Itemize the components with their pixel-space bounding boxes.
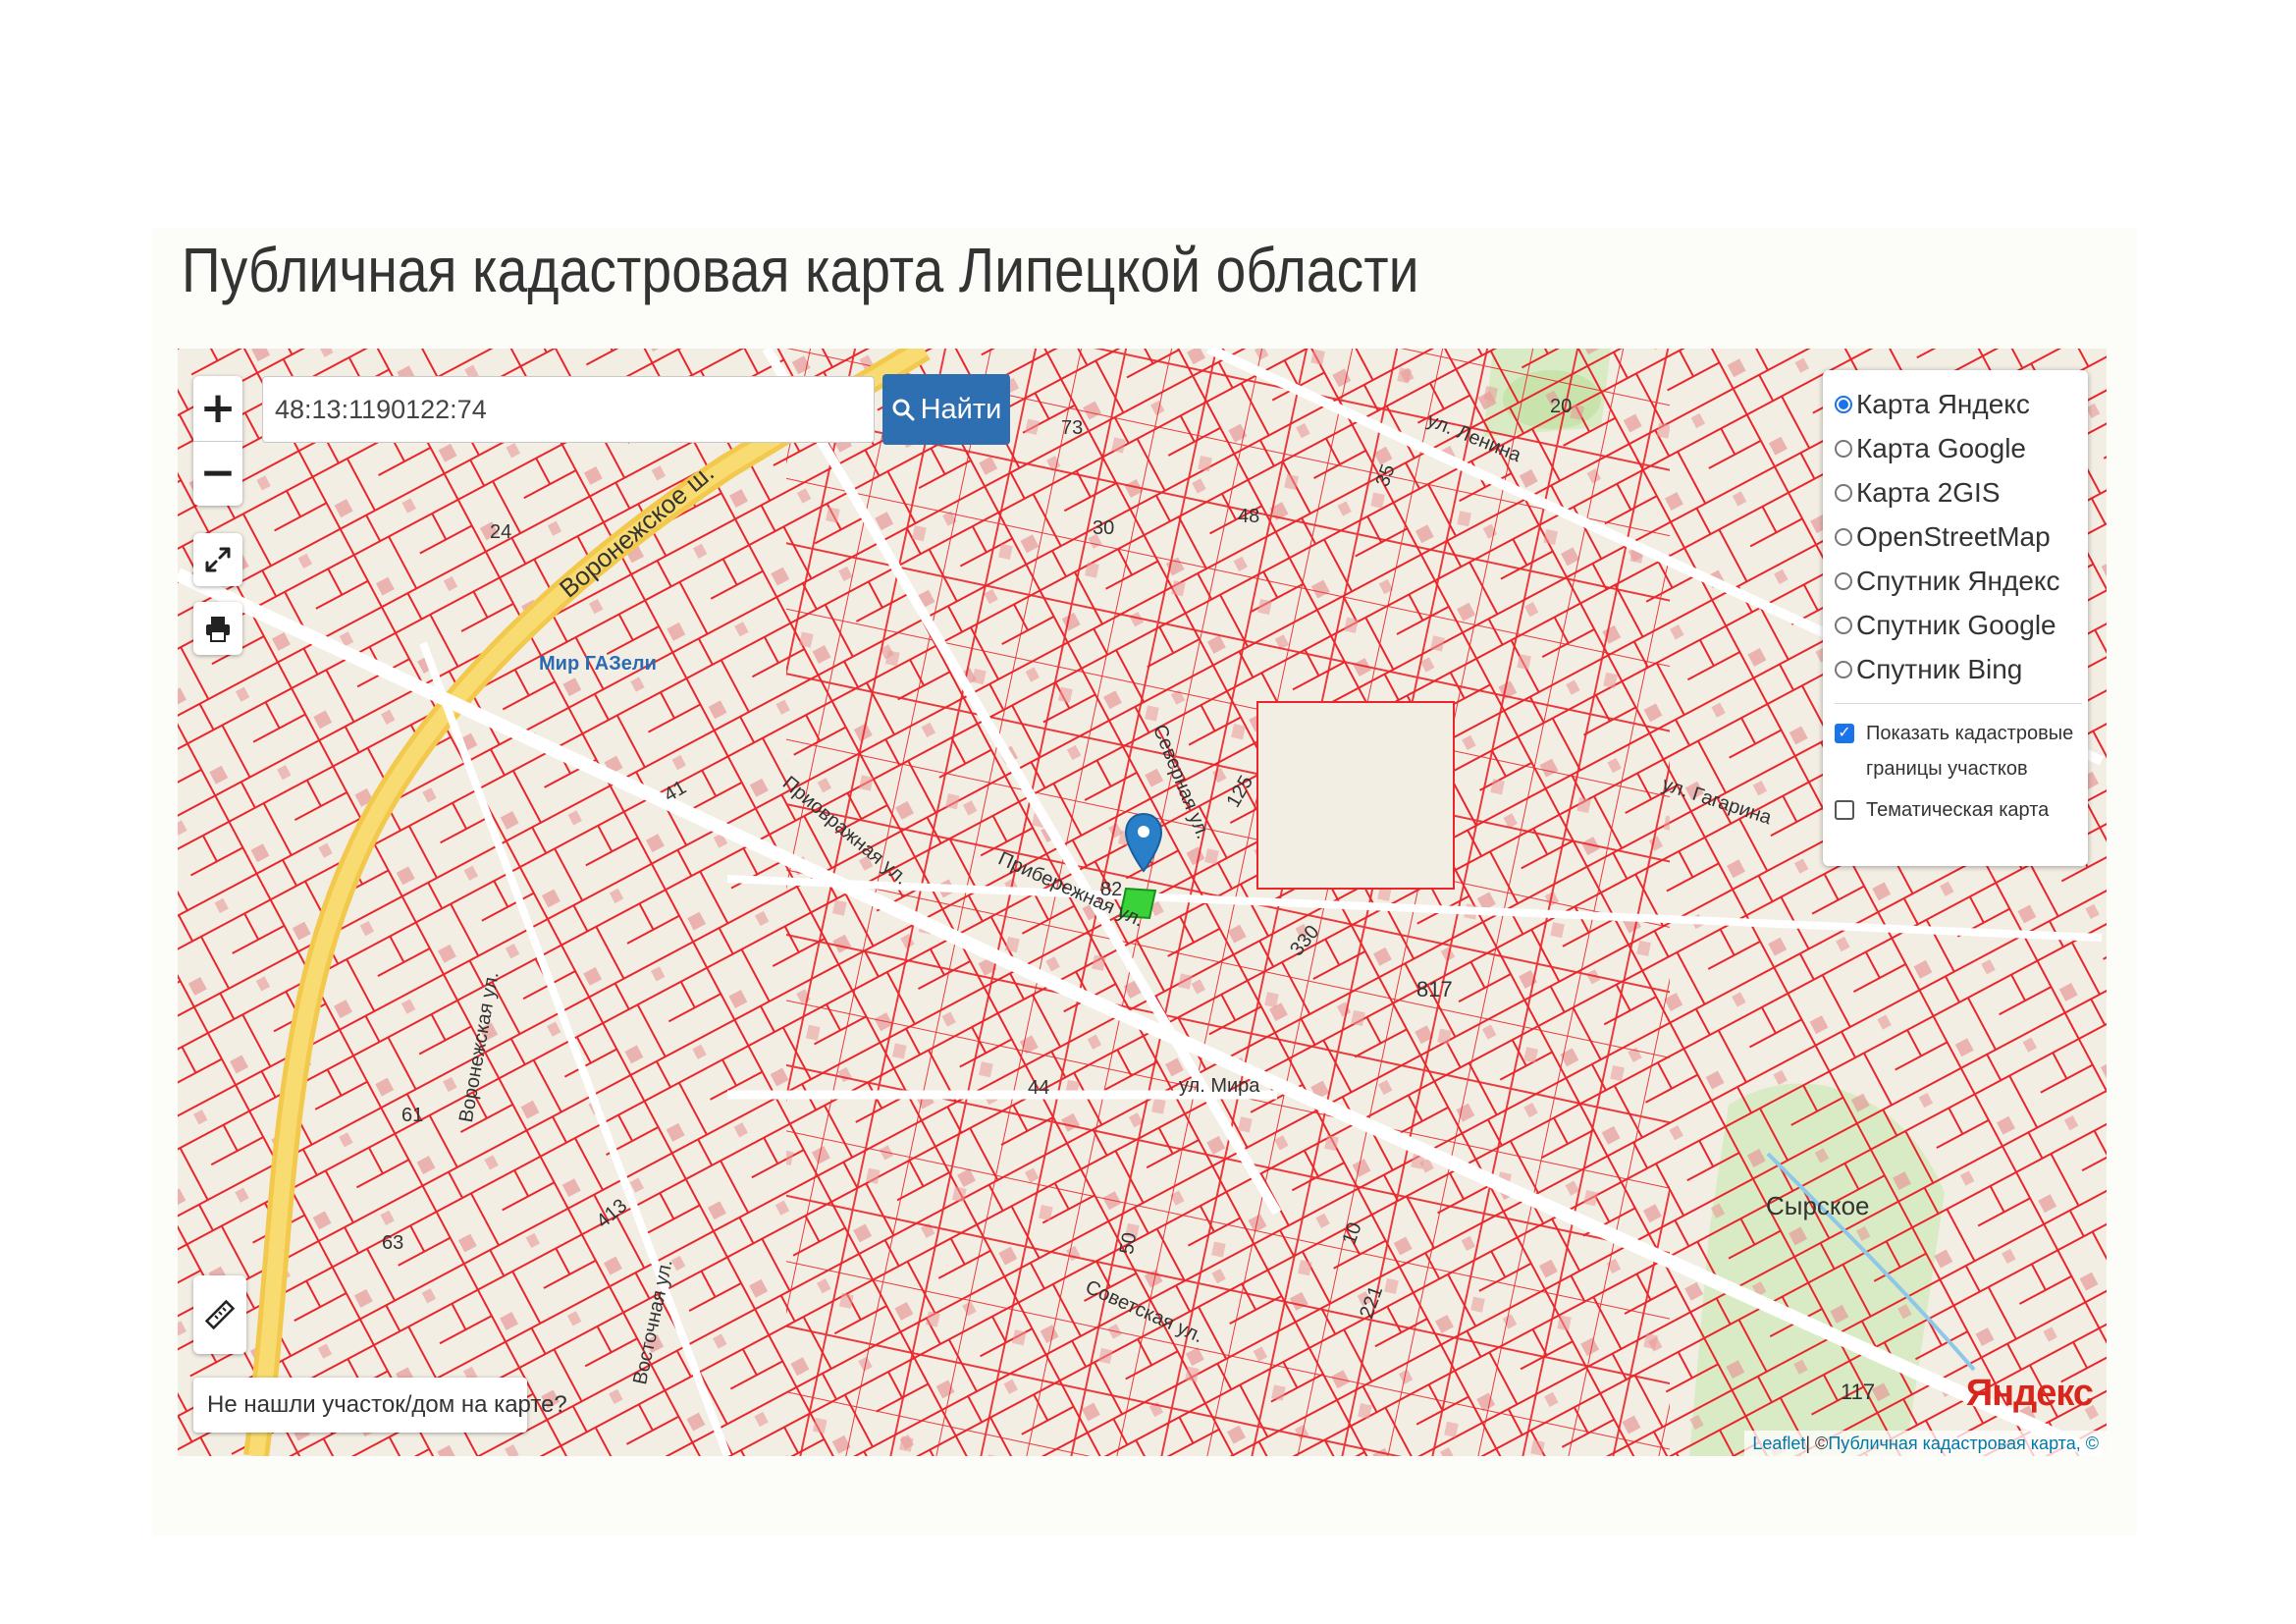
measure-button[interactable]: [193, 1275, 246, 1354]
leaflet-link[interactable]: Leaflet: [1752, 1434, 1805, 1454]
overlay-label: Показать кадастровые границы участков: [1866, 723, 2074, 780]
layers-panel: Карта Яндекс Карта Google Карта 2GIS Ope…: [1823, 370, 2088, 866]
print-button[interactable]: [193, 602, 242, 655]
ruler-icon: [204, 1299, 236, 1330]
search-button[interactable]: Найти: [882, 374, 1010, 445]
layer-option-google-map[interactable]: Карта Google: [1835, 426, 2082, 470]
parcel-number: 48: [1238, 506, 1260, 527]
parcel-number: 30: [1093, 517, 1115, 539]
zoom-out-button[interactable]: −: [193, 442, 242, 506]
yandex-logo: Яндекс: [1965, 1373, 2094, 1414]
radio-selected[interactable]: [1835, 395, 1852, 413]
layers-divider: [1835, 703, 2082, 704]
zoom-control: + −: [193, 376, 242, 506]
radio[interactable]: [1835, 527, 1852, 546]
layer-option-yandex-map[interactable]: Карта Яндекс: [1835, 382, 2082, 426]
checkbox-checked[interactable]: ✓: [1835, 724, 1854, 743]
parcel-number: 50: [1115, 1230, 1142, 1257]
printer-icon: [206, 617, 230, 642]
checkbox[interactable]: [1835, 800, 1854, 820]
radio[interactable]: [1835, 616, 1852, 634]
overlay-thematic-map[interactable]: Тематическая карта: [1835, 792, 2082, 828]
attribution-separator: | ©: [1805, 1433, 1829, 1453]
map-marker-icon[interactable]: [1124, 812, 1163, 873]
parcel-number: 20: [1550, 396, 1573, 417]
expand-icon: [205, 547, 231, 572]
search-button-label: Найти: [920, 393, 1002, 425]
street-label: ул. Мира: [1179, 1075, 1260, 1097]
poi-label: Мир ГАЗели: [539, 653, 657, 675]
radio[interactable]: [1835, 660, 1852, 678]
parcel-number: 44: [1028, 1077, 1050, 1099]
layer-option-label: Карта Google: [1856, 432, 2026, 463]
radio[interactable]: [1835, 571, 1852, 590]
district-label: Сырское: [1766, 1191, 1870, 1220]
layer-option-label: Спутник Google: [1856, 609, 2056, 640]
parcel-number: 82: [1100, 879, 1123, 900]
radio[interactable]: [1835, 483, 1852, 502]
parcel-number: 817: [1416, 977, 1453, 1001]
radio[interactable]: [1835, 439, 1852, 458]
page-title: Публичная кадастровая карта Липецкой обл…: [182, 235, 1419, 305]
overlay-label: Тематическая карта: [1866, 799, 2050, 821]
parcel-number: 24: [490, 521, 512, 543]
layer-option-bing-satellite[interactable]: Спутник Bing: [1835, 647, 2082, 691]
map-base-layer: [178, 349, 2107, 1456]
zoom-in-button[interactable]: +: [193, 377, 242, 441]
cadastral-search-input[interactable]: [262, 376, 875, 443]
magnifier-icon: [892, 399, 915, 421]
parcel-number: 73: [1061, 417, 1084, 439]
layer-option-2gis-map[interactable]: Карта 2GIS: [1835, 470, 2082, 514]
parcel-number: 117: [1841, 1380, 1876, 1404]
fullscreen-button[interactable]: [193, 533, 242, 586]
layer-option-google-satellite[interactable]: Спутник Google: [1835, 603, 2082, 647]
parcel-number: 61: [401, 1105, 424, 1126]
cadastral-map-link[interactable]: Публичная кадастровая карта, ©: [1828, 1434, 2099, 1454]
layer-option-label: Спутник Яндекс: [1856, 565, 2060, 596]
parcel-number: 63: [382, 1232, 404, 1254]
not-found-button[interactable]: Не нашли участок/дом на карте?: [193, 1378, 567, 1433]
layer-option-label: Спутник Bing: [1856, 653, 2023, 684]
layer-option-label: Карта Яндекс: [1856, 388, 2030, 419]
layer-option-openstreetmap[interactable]: OpenStreetMap: [1835, 514, 2082, 559]
layer-option-label: Карта 2GIS: [1856, 476, 2001, 508]
map-canvas[interactable]: Сырское Воронежское ш. ул. Ленина Советс…: [178, 349, 2107, 1456]
map-attribution: Leaflet | © Публичная кадастровая карта,…: [1744, 1431, 2107, 1456]
layer-option-label: OpenStreetMap: [1856, 520, 2051, 552]
layer-option-yandex-satellite[interactable]: Спутник Яндекс: [1835, 559, 2082, 603]
overlay-cadastral-borders[interactable]: ✓ Показать кадастровые границы участков: [1835, 716, 2082, 786]
